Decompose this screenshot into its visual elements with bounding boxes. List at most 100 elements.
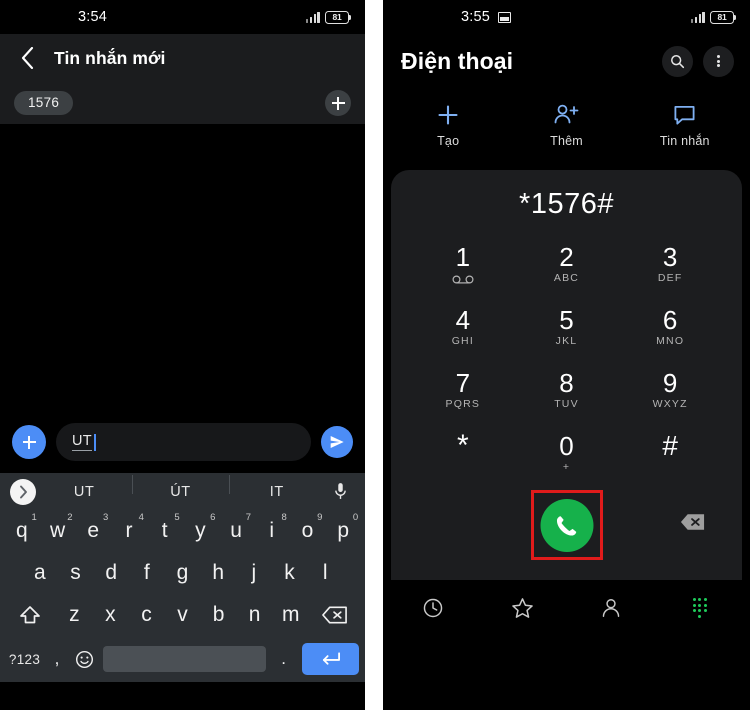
key-label: i [269,519,275,542]
attach-button[interactable] [12,425,46,459]
space-key[interactable] [102,646,266,672]
chevron-right-icon[interactable] [10,478,36,505]
page-title: Tin nhắn mới [54,47,166,68]
dial-key-hash[interactable]: # [618,421,722,484]
nav-contacts[interactable] [567,580,656,636]
key-n[interactable]: n [237,594,273,636]
dialer-app-bar: Điện thoại [383,34,750,88]
key-h[interactable]: h [200,552,236,594]
backspace-icon[interactable] [309,594,361,636]
dial-key-0[interactable]: 0 + [515,421,619,484]
message-input-value: UT [72,433,92,451]
suggestion-0[interactable]: UT [36,484,132,500]
quick-action-message[interactable]: Tin nhắn [626,103,744,148]
quick-action-create[interactable]: Tạo [389,103,507,148]
key-f[interactable]: f [129,552,165,594]
dial-key-9[interactable]: 9 WXYZ [618,358,722,421]
period-key[interactable]: . [270,636,298,682]
key-e[interactable]: 3e [75,510,111,552]
conversation-area [0,124,365,411]
signal-bars-icon [690,11,705,23]
nav-favorites[interactable] [478,580,567,636]
dial-key-7[interactable]: 7 PQRS [411,358,515,421]
key-d[interactable]: d [93,552,129,594]
key-num: 4 [138,512,144,523]
dial-key-star[interactable]: * [411,421,515,484]
key-b[interactable]: b [201,594,237,636]
suggestion-2[interactable]: IT [228,474,325,500]
dial-key-4[interactable]: 4 GHI [411,295,515,358]
key-j[interactable]: j [236,552,272,594]
image-notification-icon [498,11,512,23]
dial-key-letters: TUV [554,397,579,410]
suggestion-1[interactable]: ÚT [132,474,228,500]
dial-key-2[interactable]: 2 ABC [515,232,619,295]
microphone-icon[interactable] [325,482,355,501]
dial-key-letters: PQRS [445,397,481,410]
nav-dialpad[interactable] [655,580,744,636]
key-y[interactable]: 6y [183,510,219,552]
enter-return-icon[interactable] [301,643,359,675]
key-r[interactable]: 4r [111,510,147,552]
kebab-menu-icon[interactable] [703,45,734,77]
dial-key-1[interactable]: 1 [411,232,515,295]
key-z[interactable]: z [56,594,92,636]
key-a[interactable]: a [22,552,58,594]
send-paper-plane-icon [330,436,344,448]
key-s[interactable]: s [58,552,94,594]
key-x[interactable]: x [92,594,128,636]
star-favorites-icon [511,598,533,618]
emoji-smiley-icon[interactable] [71,636,99,682]
voicemail-icon [452,274,474,284]
recipient-chip[interactable]: 1576 [14,91,74,115]
send-button[interactable] [321,426,353,458]
key-k[interactable]: k [272,552,308,594]
dial-key-number: 3 [662,241,678,272]
key-c[interactable]: c [128,594,164,636]
key-g[interactable]: g [165,552,201,594]
key-v[interactable]: v [164,594,200,636]
compose-row: UT [0,411,365,473]
dial-number-display[interactable]: *1576# [391,176,742,232]
dial-key-number: 9 [662,367,678,398]
dial-key-number: * [456,428,469,462]
battery-level-label: 81 [717,12,727,22]
shift-arrow-icon[interactable] [4,594,56,636]
search-button[interactable] [662,45,693,77]
battery-icon: 81 [710,10,737,24]
add-recipient-button[interactable] [325,90,351,116]
text-caret [93,433,96,451]
dial-key-6[interactable]: 6 MNO [618,295,722,358]
quick-action-add-contact[interactable]: Thêm [507,103,625,148]
key-q[interactable]: 1q [4,510,40,552]
key-label: o [301,519,314,542]
key-o[interactable]: 9o [290,510,326,552]
key-w[interactable]: 2w [40,510,76,552]
dial-key-5[interactable]: 5 JKL [515,295,619,358]
dialpad-backspace-button[interactable] [679,512,706,537]
keyboard-row-4: ?123 , . [0,636,365,682]
key-t[interactable]: 5t [147,510,183,552]
dial-key-3[interactable]: 3 DEF [618,232,722,295]
message-input[interactable]: UT [56,423,311,461]
comma-key[interactable]: , [43,636,71,682]
dial-key-8[interactable]: 8 TUV [515,358,619,421]
dial-key-letters: DEF [657,271,683,284]
call-button[interactable] [540,499,593,552]
back-chevron-icon[interactable] [10,41,44,75]
key-p[interactable]: 0p [325,510,361,552]
key-label: e [87,519,100,542]
nav-recents[interactable] [389,580,478,636]
dial-key-number: 8 [559,367,574,398]
key-num: 6 [210,512,216,523]
key-m[interactable]: m [273,594,309,636]
key-l[interactable]: l [307,552,343,594]
dialpad-icon [692,598,707,618]
symbols-key[interactable]: ?123 [6,636,43,682]
key-u[interactable]: 7u [218,510,254,552]
right-status-bar: 3:55 81 [383,0,750,34]
dialpad-grid: 1 2 ABC 3 DEF 4 GHI 5 JKL 6 MNO 7 PQRS 8… [391,232,742,484]
person-contacts-icon [602,599,620,617]
key-label: q [15,519,28,542]
key-i[interactable]: 8i [254,510,290,552]
